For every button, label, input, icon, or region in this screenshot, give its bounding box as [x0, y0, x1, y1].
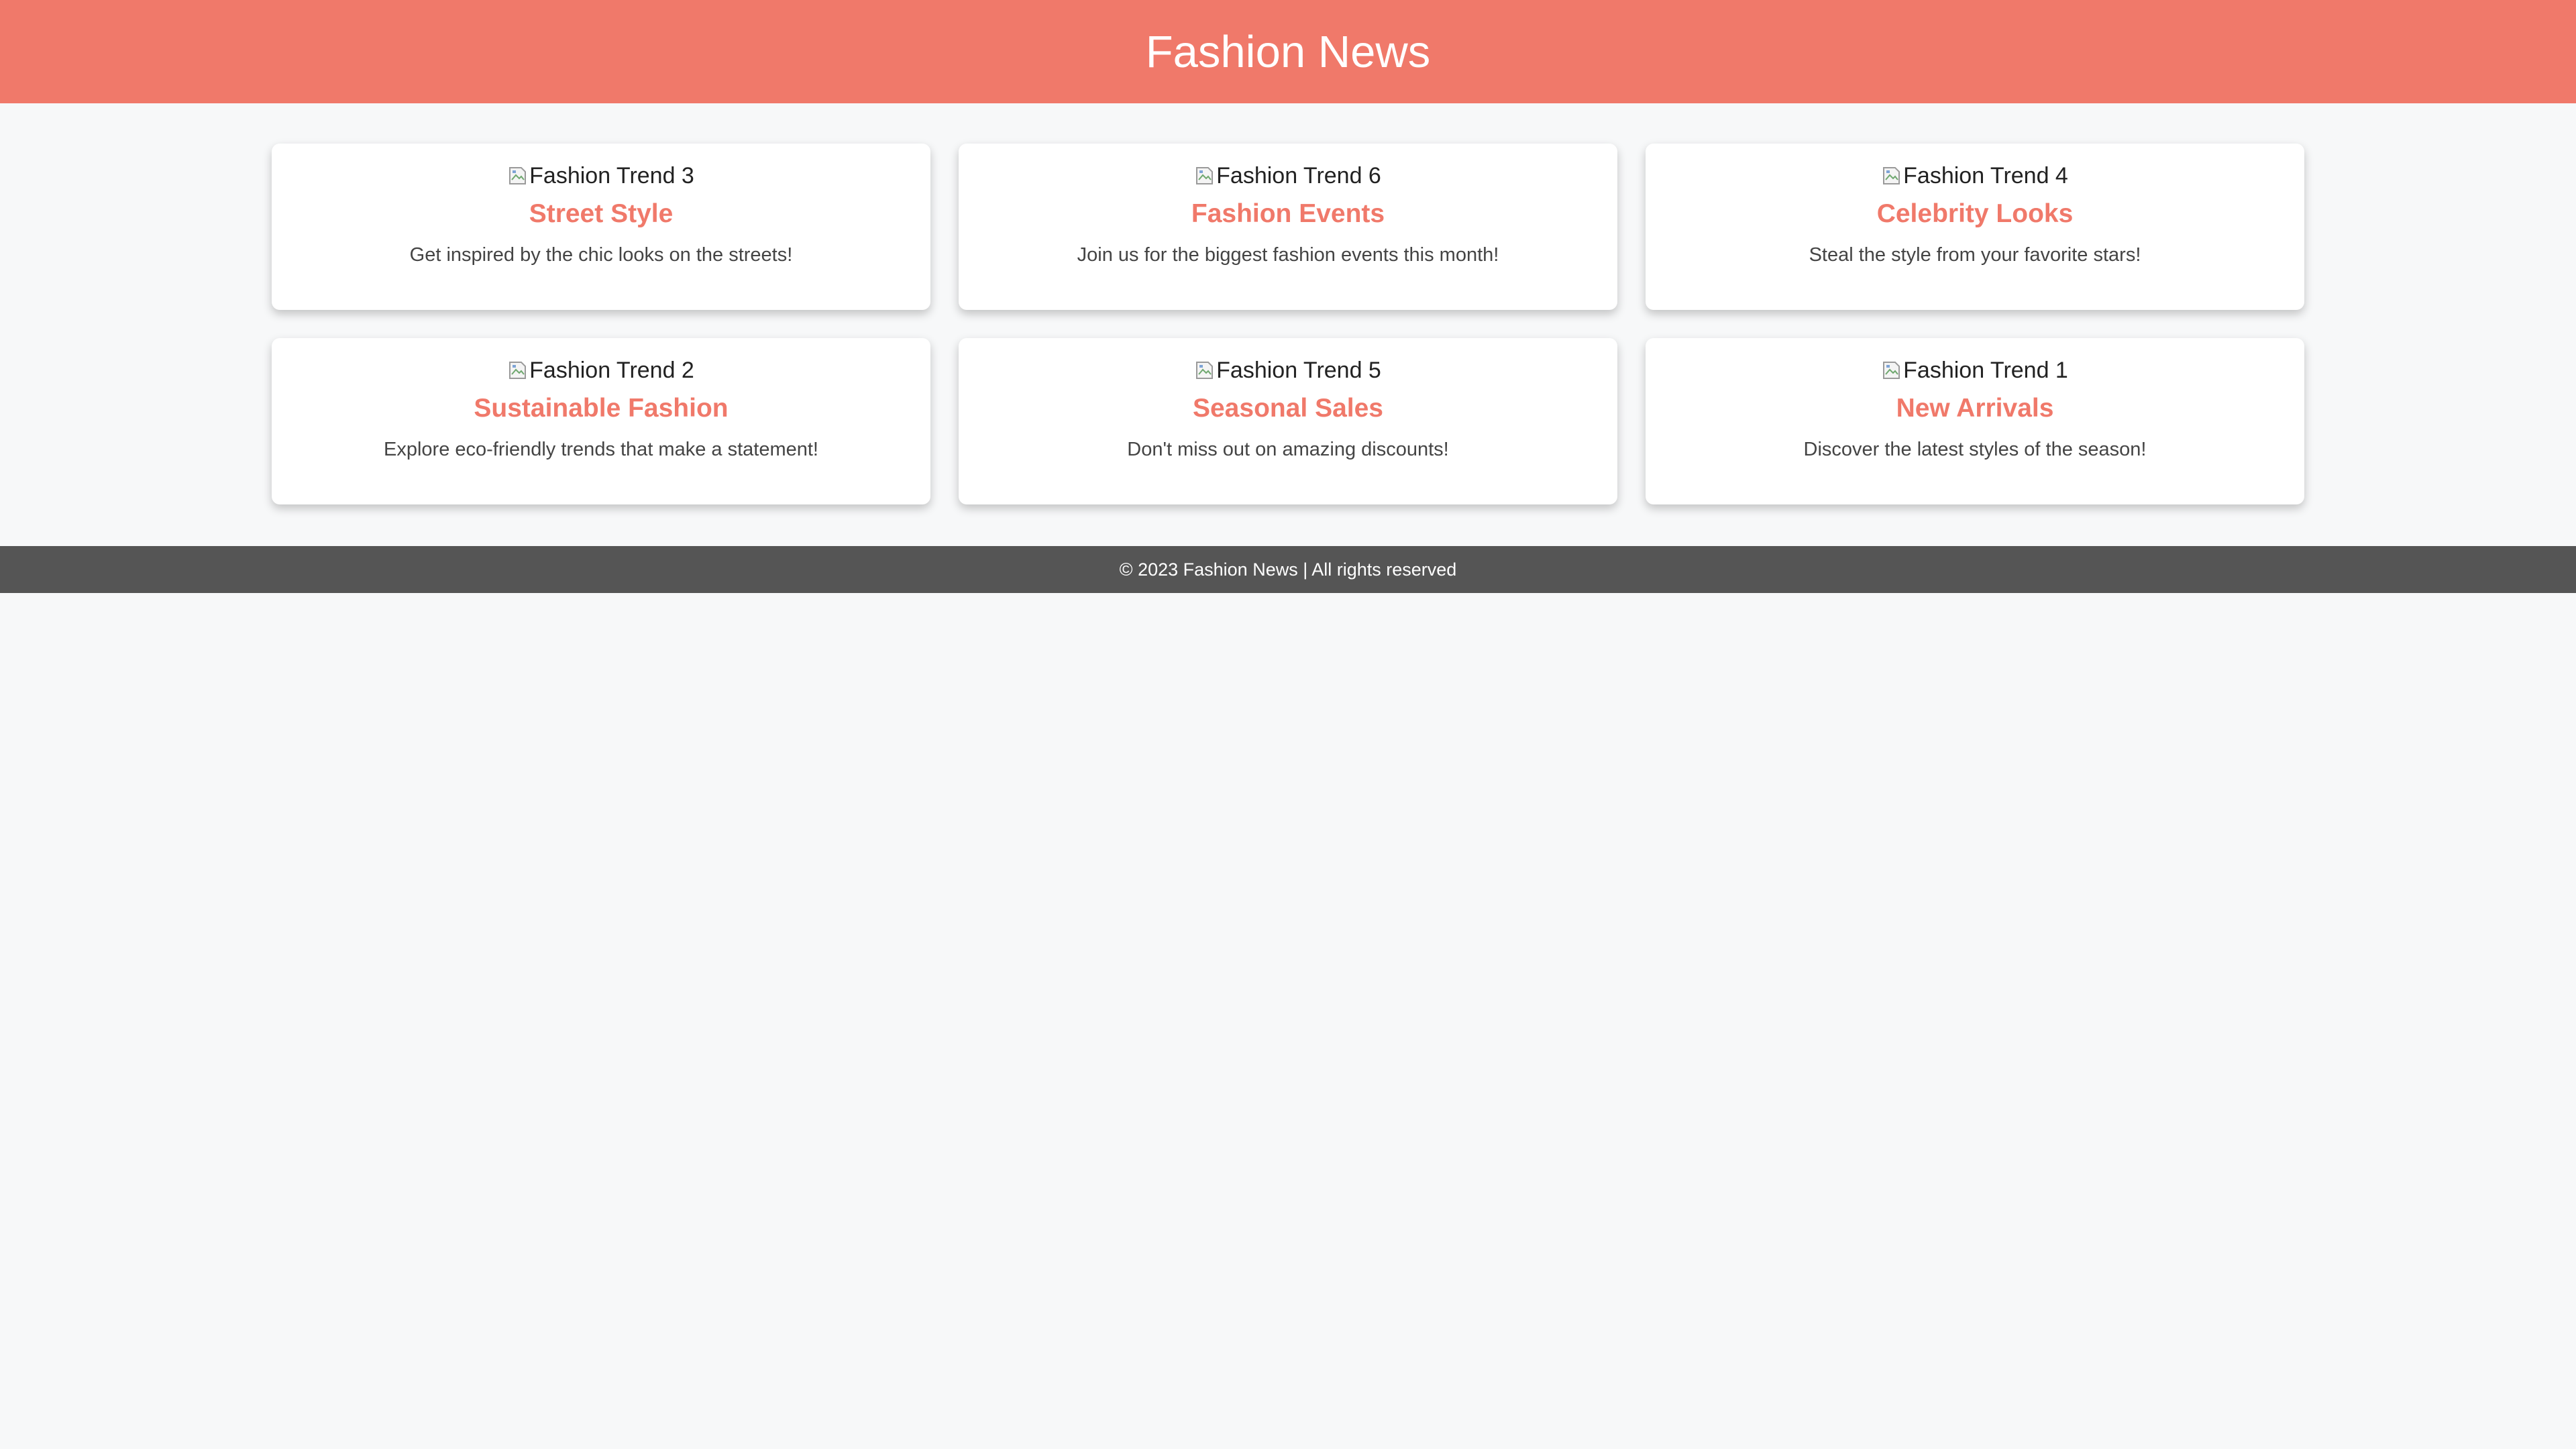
site-footer: © 2023 Fashion News | All rights reserve… [0, 546, 2576, 593]
card-description: Join us for the biggest fashion events t… [1077, 244, 1499, 266]
site-title: Fashion News [1145, 26, 1431, 77]
card-title[interactable]: Street Style [529, 199, 674, 229]
card-title[interactable]: Celebrity Looks [1877, 199, 2074, 229]
card-description: Don't miss out on amazing discounts! [1127, 439, 1449, 460]
card-description: Discover the latest styles of the season… [1803, 439, 2147, 460]
card-image-alt: Fashion Trend 4 [1903, 163, 2068, 189]
card-image-alt: Fashion Trend 1 [1903, 358, 2068, 383]
news-card[interactable]: Fashion Trend 6 Fashion Events Join us f… [959, 144, 1617, 310]
broken-image-icon [508, 360, 528, 381]
news-grid: Fashion Trend 3 Street Style Get inspire… [272, 144, 2304, 504]
broken-image-icon [1882, 360, 1902, 381]
broken-image-icon [508, 165, 528, 186]
broken-image-icon [1195, 165, 1215, 186]
site-header: Fashion News [0, 0, 2576, 103]
footer-copyright: © 2023 Fashion News | All rights reserve… [1119, 559, 1457, 580]
card-title[interactable]: Sustainable Fashion [474, 393, 728, 424]
news-card[interactable]: Fashion Trend 2 Sustainable Fashion Expl… [272, 338, 930, 504]
card-image: Fashion Trend 5 [1195, 356, 1381, 385]
card-description: Steal the style from your favorite stars… [1809, 244, 2141, 266]
card-image: Fashion Trend 1 [1882, 356, 2068, 385]
broken-image-icon [1195, 360, 1215, 381]
card-image-alt: Fashion Trend 6 [1216, 163, 1381, 189]
card-title[interactable]: New Arrivals [1896, 393, 2054, 424]
card-image-alt: Fashion Trend 3 [529, 163, 694, 189]
card-image: Fashion Trend 6 [1195, 161, 1381, 191]
card-image: Fashion Trend 4 [1882, 161, 2068, 191]
news-card[interactable]: Fashion Trend 1 New Arrivals Discover th… [1646, 338, 2304, 504]
card-title[interactable]: Seasonal Sales [1193, 393, 1383, 424]
broken-image-icon [1882, 165, 1902, 186]
card-image: Fashion Trend 2 [508, 356, 694, 385]
card-description: Explore eco-friendly trends that make a … [384, 439, 818, 460]
card-image: Fashion Trend 3 [508, 161, 694, 191]
card-description: Get inspired by the chic looks on the st… [409, 244, 793, 266]
news-card[interactable]: Fashion Trend 3 Street Style Get inspire… [272, 144, 930, 310]
news-card[interactable]: Fashion Trend 4 Celebrity Looks Steal th… [1646, 144, 2304, 310]
card-title[interactable]: Fashion Events [1191, 199, 1385, 229]
card-image-alt: Fashion Trend 2 [529, 358, 694, 383]
news-card[interactable]: Fashion Trend 5 Seasonal Sales Don't mis… [959, 338, 1617, 504]
card-image-alt: Fashion Trend 5 [1216, 358, 1381, 383]
